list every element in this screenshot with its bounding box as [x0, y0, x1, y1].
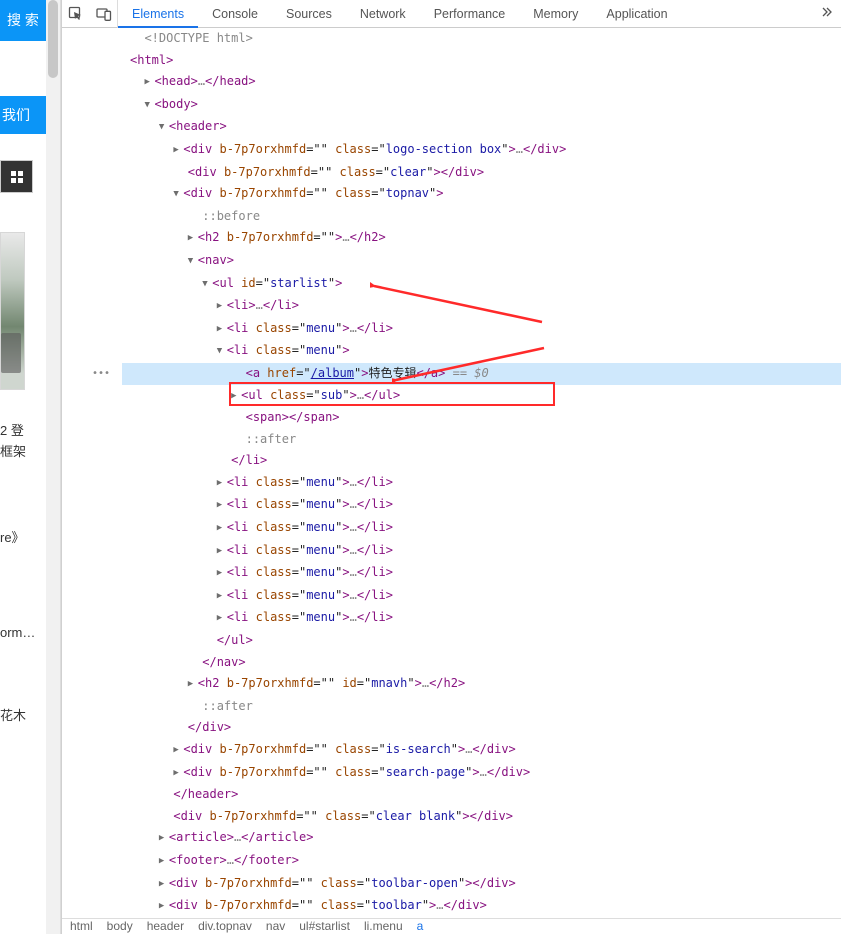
devtools: Elements Console Sources Network Perform… [61, 0, 841, 934]
tabs-overflow-button[interactable] [813, 5, 841, 22]
crumb-html[interactable]: html [70, 919, 93, 933]
contact-label: 我们 [2, 107, 30, 123]
dom-line[interactable]: ▶<article>…</article> [122, 827, 841, 850]
sidebar-text-2: re》 [0, 527, 46, 546]
search-button[interactable]: 搜 索 [0, 0, 46, 41]
dom-line[interactable]: ▶<div b-7p7orxhmfd="" class="toolbar-ope… [122, 873, 841, 896]
sidebar-text-3: orm… [0, 625, 46, 640]
grid-button[interactable] [0, 160, 33, 193]
page-scrollbar[interactable] [46, 0, 60, 934]
tab-console[interactable]: Console [198, 0, 272, 28]
dom-line[interactable]: ▶<ul class="sub">…</ul> [122, 385, 841, 408]
dom-line[interactable]: ::before [122, 206, 841, 228]
dom-line[interactable]: ▶<li>…</li> [122, 295, 841, 318]
host-page-fragment: 搜 索 我们 2 登 框架 re》 orm… 花木 [0, 0, 61, 934]
tab-memory[interactable]: Memory [519, 0, 592, 28]
tab-application[interactable]: Application [592, 0, 681, 28]
tab-performance[interactable]: Performance [420, 0, 520, 28]
chevron-right-double-icon [820, 5, 834, 19]
dom-line[interactable]: ▶<li class="menu">…</li> [122, 562, 841, 585]
dom-line[interactable]: ▼<body> [122, 94, 841, 117]
dom-line[interactable]: ::after [122, 429, 841, 451]
tab-sources[interactable]: Sources [272, 0, 346, 28]
tab-elements[interactable]: Elements [118, 0, 198, 28]
sidebar-text-4: 花木 [0, 705, 46, 724]
dom-line[interactable]: ▶<li class="menu">…</li> [122, 494, 841, 517]
dom-line[interactable]: ▶<li class="menu">…</li> [122, 318, 841, 341]
device-icon [96, 6, 112, 22]
inspect-element-button[interactable] [62, 0, 90, 28]
dom-line[interactable]: ▼<ul id="starlist"> [122, 273, 841, 296]
dom-line[interactable]: ▶<li class="menu">…</li> [122, 540, 841, 563]
dom-line[interactable]: ▶<head>…</head> [122, 71, 841, 94]
thumbnail-image [0, 232, 25, 390]
dom-line[interactable]: ▼<li class="menu"> [122, 340, 841, 363]
contact-button[interactable]: 我们 [0, 96, 46, 134]
breadcrumb[interactable]: html body header div.topnav nav ul#starl… [62, 918, 841, 934]
dom-line[interactable]: ▶<div b-7p7orxhmfd="" class="toolbar">…<… [122, 895, 841, 918]
dom-line[interactable]: ▶<div b-7p7orxhmfd="" class="search-page… [122, 762, 841, 785]
dom-line[interactable]: ▶<footer>…</footer> [122, 850, 841, 873]
crumb-body[interactable]: body [107, 919, 133, 933]
dom-line[interactable]: </div> [122, 717, 841, 739]
dom-line[interactable]: </ul> [122, 630, 841, 652]
crumb-nav[interactable]: nav [266, 919, 285, 933]
crumb-a[interactable]: a [417, 919, 424, 933]
crumb-li-menu[interactable]: li.menu [364, 919, 403, 933]
tab-network[interactable]: Network [346, 0, 420, 28]
dom-line[interactable]: </header> [122, 784, 841, 806]
dom-line[interactable]: <a href="/album">特色专辑</a> == $0 [122, 363, 841, 385]
dom-line[interactable]: <div b-7p7orxhmfd="" class="clear blank"… [122, 806, 841, 828]
scrollbar-thumb[interactable] [48, 0, 58, 78]
chevron-down-icon [6, 148, 16, 158]
crumb-ul-starlist[interactable]: ul#starlist [299, 919, 350, 933]
grid-icon [11, 171, 23, 183]
dom-tree[interactable]: <!DOCTYPE html><html> ▶<head>…</head> ▼<… [122, 28, 841, 918]
elements-panel[interactable]: <!DOCTYPE html><html> ▶<head>…</head> ▼<… [62, 28, 841, 918]
dom-line[interactable]: ▼<header> [122, 116, 841, 139]
dom-line[interactable]: ▶<li class="menu">…</li> [122, 585, 841, 608]
dom-line[interactable]: ▶<h2 b-7p7orxhmfd="">…</h2> [122, 227, 841, 250]
dom-line[interactable]: ▶<li class="menu">…</li> [122, 472, 841, 495]
sidebar-text-1a: 2 登 [0, 420, 46, 439]
dom-line[interactable]: </nav> [122, 652, 841, 674]
dom-line[interactable]: <span></span> [122, 407, 841, 429]
dom-line[interactable]: ▼<nav> [122, 250, 841, 273]
dom-line[interactable]: <!DOCTYPE html> [122, 28, 841, 50]
dom-line[interactable]: ::after [122, 696, 841, 718]
dom-line[interactable]: ▶<h2 b-7p7orxhmfd="" id="mnavh">…</h2> [122, 673, 841, 696]
dom-line[interactable]: <html> [122, 50, 841, 72]
dom-line[interactable]: ▼<div b-7p7orxhmfd="" class="topnav"> [122, 183, 841, 206]
dom-line[interactable]: ▶<div b-7p7orxhmfd="" class="is-search">… [122, 739, 841, 762]
dom-line[interactable]: ▶<div b-7p7orxhmfd="" class="logo-sectio… [122, 139, 841, 162]
dom-line[interactable]: </li> [122, 450, 841, 472]
sidebar-text-1b: 框架 [0, 441, 46, 460]
devtools-tabs: Elements Console Sources Network Perform… [62, 0, 841, 28]
crumb-header[interactable]: header [147, 919, 184, 933]
device-toolbar-button[interactable] [90, 0, 118, 28]
dom-line[interactable]: ▶<li class="menu">…</li> [122, 607, 841, 630]
inspect-icon [68, 6, 84, 22]
dom-line[interactable]: ▶<li class="menu">…</li> [122, 517, 841, 540]
crumb-div-topnav[interactable]: div.topnav [198, 919, 252, 933]
dom-line[interactable]: <div b-7p7orxhmfd="" class="clear"></div… [122, 162, 841, 184]
